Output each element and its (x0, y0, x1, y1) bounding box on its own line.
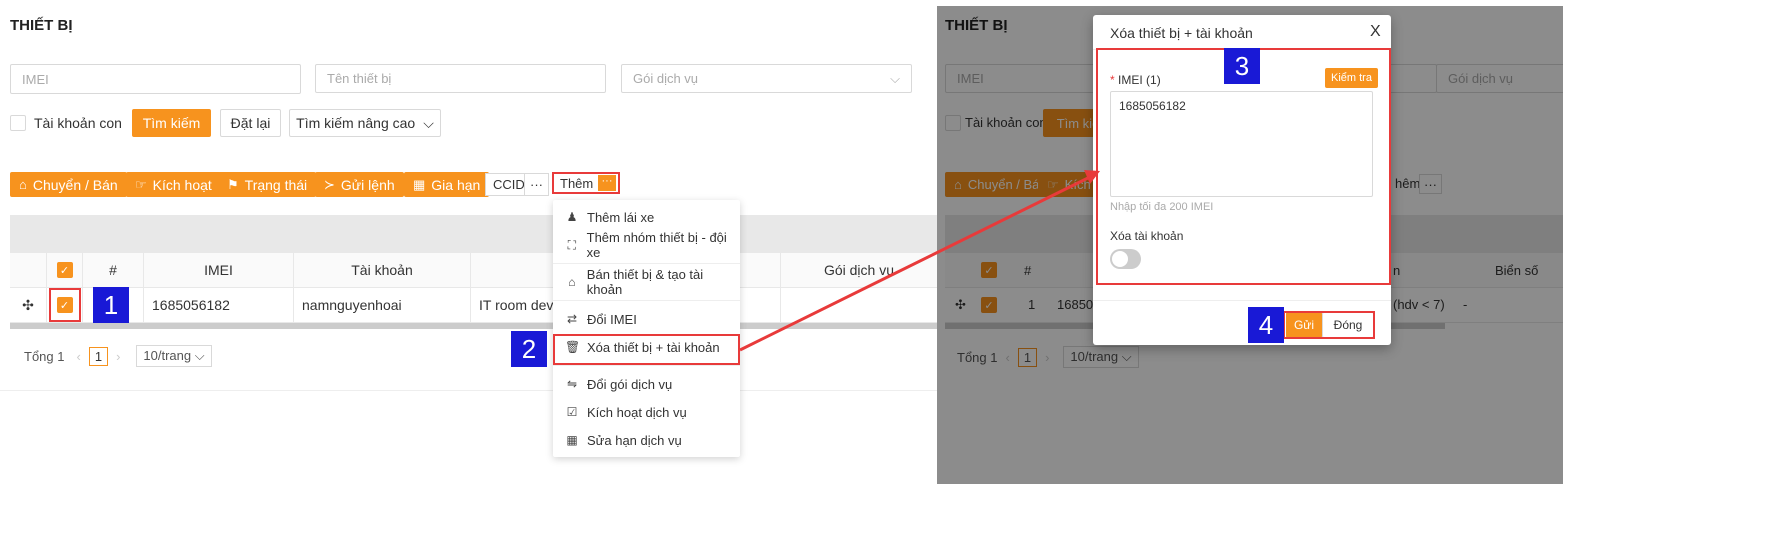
annotation-arrow (739, 170, 1100, 352)
